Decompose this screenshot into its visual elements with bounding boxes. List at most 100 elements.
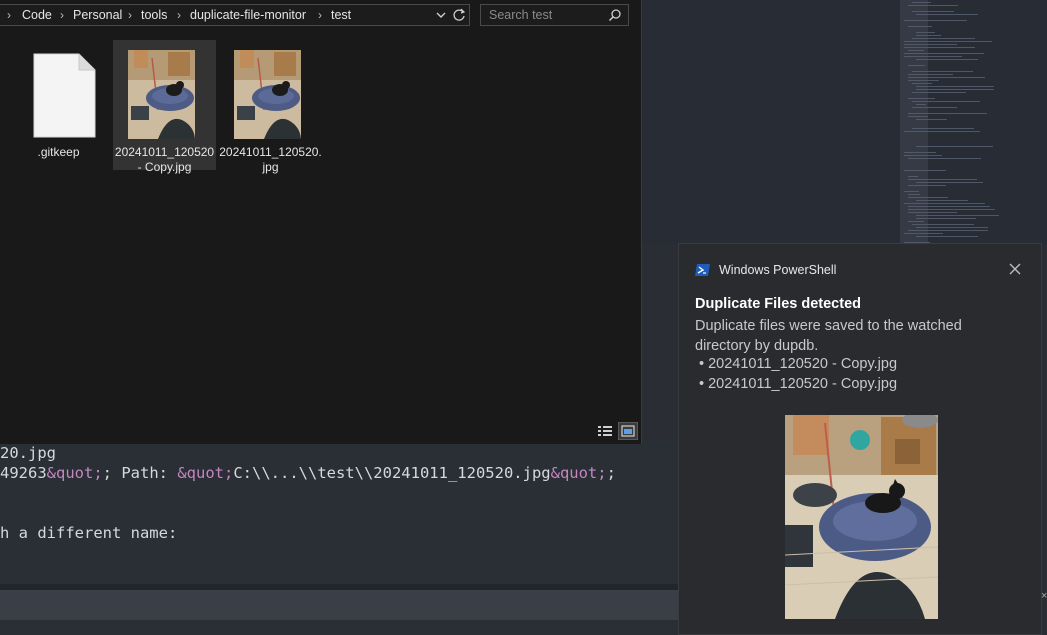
minimap-line (908, 50, 924, 51)
minimap-line (916, 119, 947, 120)
file-name-line1: 20241011_120520 (114, 145, 215, 159)
minimap-line (916, 146, 993, 147)
terminal-line: h a different name: (0, 524, 178, 542)
minimap-line (916, 200, 968, 201)
minimap-line (916, 215, 999, 216)
minimap-line (916, 32, 935, 33)
toast-notification[interactable]: Windows PowerShell Duplicate Files detec… (678, 243, 1042, 635)
minimap-line (908, 65, 925, 66)
minimap-line (904, 233, 943, 234)
minimap-line (908, 116, 928, 117)
minimap-line (908, 185, 946, 186)
minimap-line (912, 224, 974, 225)
minimap-line (904, 170, 946, 171)
file-item-gitkeep[interactable]: .gitkeep (7, 40, 110, 170)
terminal-line: 49263&quot;; Path: &quot;C:\\...\\test\\… (0, 464, 616, 482)
toast-body: Duplicate files were saved to the watche… (695, 318, 962, 354)
terminal-footer (0, 620, 680, 635)
desktop: 20.jpg 49263&quot;; Path: &quot;C:\\...\… (0, 0, 1047, 635)
minimap-line (904, 47, 975, 48)
minimap-line (916, 218, 976, 219)
minimap-line (908, 176, 918, 177)
address-bar[interactable]: › Code › Personal › tools › duplicate-fi… (0, 4, 470, 26)
minimap-line (904, 56, 962, 57)
minimap-line (908, 80, 939, 81)
breadcrumb-separator: › (7, 8, 11, 22)
minimap-line (916, 86, 994, 87)
breadcrumb-separator: › (177, 8, 181, 22)
minimap-line (908, 113, 987, 114)
terminal-line: 20.jpg (0, 444, 56, 462)
explorer-status-bar (0, 420, 641, 444)
terminal-input-bar[interactable] (0, 590, 680, 620)
breadcrumb-duplicate-file-monitor[interactable]: duplicate-file-monitor (190, 8, 306, 22)
breadcrumb-separator: › (60, 8, 64, 22)
minimap-line (904, 131, 980, 132)
minimap-line (904, 41, 992, 42)
minimap-line (904, 53, 984, 54)
minimap-line (912, 11, 954, 12)
minimap-line (912, 107, 957, 108)
minimap-line (908, 77, 985, 78)
terminal-text: 49263 (0, 464, 47, 482)
terminal-text: C:\\...\\test\\20241011_120520.jpg (233, 464, 551, 482)
toast-list-item: • 20241011_120520 - Copy.jpg (699, 356, 898, 372)
terminal-entity: &quot; (46, 464, 103, 482)
search-box[interactable] (480, 4, 629, 26)
minimap-line (908, 194, 920, 195)
minimap-line (904, 155, 942, 156)
minimap-line (916, 35, 941, 36)
minimap-line (908, 206, 990, 207)
minimap-line (912, 128, 974, 129)
terminal-text: ; Path: (102, 464, 178, 482)
toast-app-name: Windows PowerShell (719, 263, 837, 277)
minimap-line (916, 227, 988, 228)
file-name-line2: - Copy.jpg (137, 160, 192, 174)
terminal-entity: &quot; (550, 464, 607, 482)
minimap-line (912, 2, 931, 3)
toast-hero-image (785, 415, 938, 619)
editor-minimap[interactable] (900, 0, 1035, 245)
chevron-down-icon[interactable] (435, 6, 447, 27)
minimap-line (912, 101, 980, 102)
minimap-line (912, 92, 966, 93)
large-icons-view-icon[interactable] (618, 422, 638, 440)
minimap-line (912, 71, 973, 72)
minimap-line (916, 182, 983, 183)
breadcrumb-tools[interactable]: tools (141, 8, 167, 22)
minimap-line (912, 83, 932, 84)
file-item-original-jpg[interactable]: 20241011_120520. jpg (219, 40, 322, 174)
minimap-line (908, 158, 981, 159)
search-icon[interactable] (608, 8, 622, 22)
terminal-entity: &quot; (177, 464, 234, 482)
file-name: .gitkeep (37, 145, 80, 159)
minimap-line (908, 26, 932, 27)
close-icon[interactable] (1006, 260, 1024, 278)
close-icon[interactable]: × (1041, 590, 1047, 602)
image-thumbnail (128, 50, 195, 139)
minimap-line (908, 98, 935, 99)
minimap-line (904, 44, 957, 45)
minimap-line (908, 5, 958, 6)
minimap-line (916, 104, 926, 105)
file-name-line1: 20241011_120520. (219, 145, 322, 159)
minimap-line (904, 20, 967, 21)
minimap-line (908, 221, 924, 222)
minimap-line (916, 14, 978, 15)
minimap-line (916, 59, 978, 60)
details-view-icon[interactable] (595, 422, 615, 440)
file-name-line2: jpg (262, 160, 279, 174)
breadcrumb-personal[interactable]: Personal (73, 8, 122, 22)
minimap-line (908, 197, 948, 198)
minimap-line (904, 191, 919, 192)
minimap-line (908, 212, 957, 213)
refresh-icon[interactable] (452, 6, 466, 27)
breadcrumb-separator: › (318, 8, 322, 22)
file-item-copy-jpg[interactable]: 20241011_120520 - Copy.jpg (113, 40, 216, 174)
search-input[interactable] (481, 5, 601, 25)
breadcrumb-test[interactable]: test (331, 8, 351, 22)
image-thumbnail (234, 50, 301, 139)
breadcrumb-code[interactable]: Code (22, 8, 52, 22)
minimap-line (908, 74, 953, 75)
powershell-icon (695, 264, 710, 276)
